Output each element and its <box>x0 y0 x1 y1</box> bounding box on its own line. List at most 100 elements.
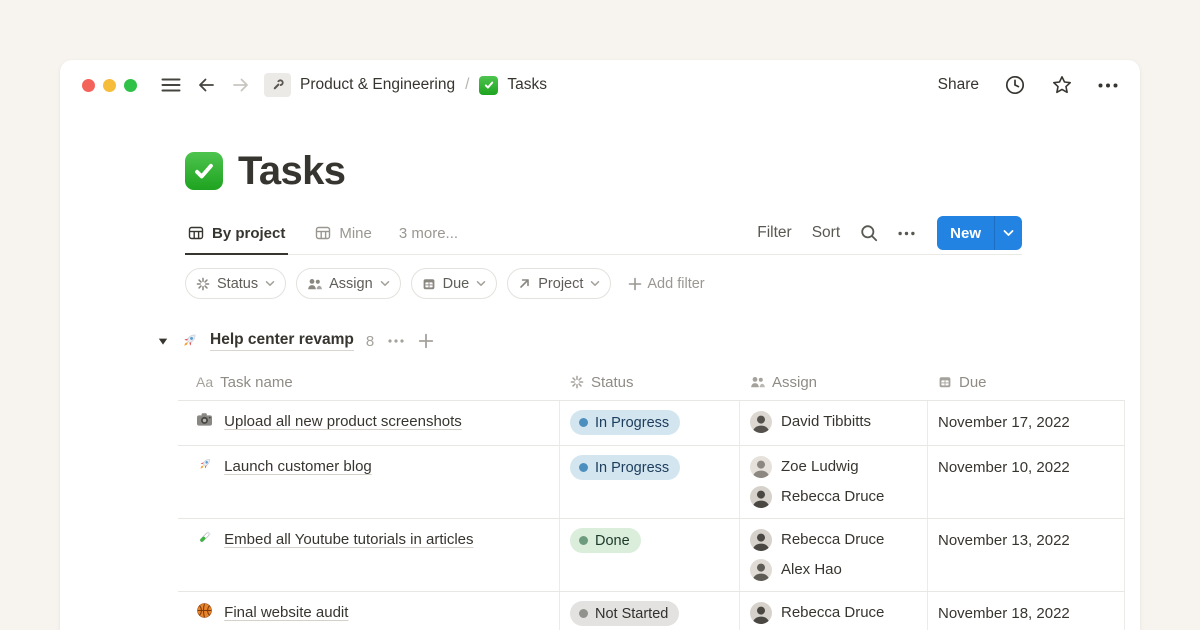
task-name-cell[interactable]: Final website audit <box>178 592 560 630</box>
test-tube-emoji-icon <box>196 529 213 546</box>
assignee: Rebecca Druce <box>750 529 919 551</box>
assignee: Zoe Ludwig <box>750 456 919 478</box>
column-header-task-name[interactable]: Aa Task name <box>178 374 560 391</box>
zoom-window-button[interactable] <box>124 79 137 92</box>
assignee-name: Rebecca Druce <box>781 602 884 624</box>
window-titlebar: Product & Engineering / Tasks Share <box>60 60 1140 110</box>
page-title: Tasks <box>238 149 345 194</box>
task-title[interactable]: Embed all Youtube tutorials in articles <box>224 531 473 548</box>
camera-emoji-icon <box>196 411 213 428</box>
breadcrumb-page[interactable]: Tasks <box>507 76 547 94</box>
filter-chip-label: Project <box>538 276 583 292</box>
table-icon <box>188 225 204 241</box>
filter-chip-label: Due <box>443 276 470 292</box>
assign-cell[interactable]: Zoe Ludwig Rebecca Druce <box>740 446 928 518</box>
page-title-check-emoji[interactable] <box>185 152 223 190</box>
more-icon[interactable] <box>388 339 404 343</box>
text-type-icon: Aa <box>196 374 213 390</box>
status-burst-icon <box>570 375 584 389</box>
star-icon[interactable] <box>1051 74 1073 96</box>
avatar <box>750 411 772 433</box>
plus-icon <box>628 277 642 291</box>
task-title[interactable]: Upload all new product screenshots <box>224 413 462 430</box>
status-cell[interactable]: In Progress <box>560 401 740 445</box>
task-name-cell[interactable]: Launch customer blog <box>178 446 560 518</box>
group-name[interactable]: Help center revamp <box>210 331 354 351</box>
sort-button[interactable]: Sort <box>812 224 840 242</box>
filter-chip-project[interactable]: Project <box>507 268 611 299</box>
tab-mine[interactable]: Mine <box>312 217 375 254</box>
close-window-button[interactable] <box>82 79 95 92</box>
triangle-down-icon[interactable] <box>158 337 168 346</box>
more-icon[interactable] <box>1098 83 1118 88</box>
table-row: Embed all Youtube tutorials in articles … <box>178 519 1125 592</box>
status-cell[interactable]: Done <box>560 519 740 591</box>
view-tabs-bar: By project Mine 3 more... Filter Sort <box>185 216 1022 255</box>
assignee-name: Alex Hao <box>781 559 842 581</box>
hamburger-icon[interactable] <box>161 77 181 93</box>
breadcrumb-workspace[interactable]: Product & Engineering <box>300 76 455 94</box>
due-date: November 17, 2022 <box>938 414 1070 431</box>
clock-icon[interactable] <box>1004 74 1026 96</box>
basketball-emoji-icon <box>196 602 213 619</box>
assignee: Rebecca Druce <box>750 602 919 624</box>
people-icon <box>750 375 765 389</box>
status-cell[interactable]: In Progress <box>560 446 740 518</box>
search-icon[interactable] <box>860 224 878 242</box>
filter-button[interactable]: Filter <box>757 224 791 242</box>
plus-icon[interactable] <box>418 333 434 349</box>
chevron-down-icon <box>590 280 600 287</box>
due-date-continued: → November 20, 2022 <box>938 626 1116 630</box>
task-table: Aa Task name Status Assign <box>178 364 1125 630</box>
wrench-icon[interactable] <box>264 73 291 97</box>
status-burst-icon <box>196 277 210 291</box>
task-name-cell[interactable]: Upload all new product screenshots <box>178 401 560 445</box>
table-header-row: Aa Task name Status Assign <box>178 364 1125 401</box>
column-header-assign[interactable]: Assign <box>740 374 928 391</box>
tab-by-project[interactable]: By project <box>185 217 288 254</box>
status-badge: Done <box>570 528 641 553</box>
due-cell[interactable]: November 18, 2022 → November 20, 2022 <box>928 592 1125 630</box>
status-badge: In Progress <box>570 410 680 435</box>
new-dropdown-button[interactable] <box>994 216 1022 250</box>
due-cell[interactable]: November 10, 2022 <box>928 446 1125 518</box>
avatar <box>750 529 772 551</box>
arrow-left-icon[interactable] <box>196 75 216 95</box>
calendar-icon <box>938 375 952 389</box>
column-header-due[interactable]: Due <box>928 374 1125 391</box>
table-row: Final website audit Not Started Rebecca … <box>178 592 1125 630</box>
add-filter-button[interactable]: Add filter <box>628 276 704 292</box>
chevron-down-icon <box>265 280 275 287</box>
due-cell[interactable]: November 17, 2022 <box>928 401 1125 445</box>
screenshot-stage: Product & Engineering / Tasks Share <box>0 0 1200 630</box>
table-icon <box>315 225 331 241</box>
due-date: November 18, 2022 <box>938 602 1116 626</box>
task-title[interactable]: Launch customer blog <box>224 458 372 475</box>
page-header: Tasks <box>185 148 1140 194</box>
tab-label: By project <box>212 225 285 242</box>
filter-chip-due[interactable]: Due <box>411 268 498 299</box>
status-cell[interactable]: Not Started <box>560 592 740 630</box>
breadcrumb: Product & Engineering / Tasks <box>264 73 547 97</box>
assign-cell[interactable]: Rebecca Druce <box>740 592 928 630</box>
share-button[interactable]: Share <box>938 76 979 94</box>
arrow-right-icon[interactable] <box>231 75 251 95</box>
filter-chip-status[interactable]: Status <box>185 268 286 299</box>
avatar <box>750 602 772 624</box>
task-title[interactable]: Final website audit <box>224 604 348 621</box>
filter-chip-assign[interactable]: Assign <box>296 268 401 299</box>
more-icon[interactable] <box>898 231 915 236</box>
more-views-button[interactable]: 3 more... <box>399 225 458 246</box>
assign-cell[interactable]: Rebecca Druce Alex Hao <box>740 519 928 591</box>
traffic-lights <box>82 79 137 92</box>
status-dot <box>579 609 588 618</box>
column-header-status[interactable]: Status <box>560 374 740 391</box>
avatar <box>750 486 772 508</box>
new-button[interactable]: New <box>937 216 994 250</box>
status-badge: In Progress <box>570 455 680 480</box>
minimize-window-button[interactable] <box>103 79 116 92</box>
due-cell[interactable]: November 13, 2022 <box>928 519 1125 591</box>
task-name-cell[interactable]: Embed all Youtube tutorials in articles <box>178 519 560 591</box>
assign-cell[interactable]: David Tibbitts <box>740 401 928 445</box>
notion-window: Product & Engineering / Tasks Share <box>60 60 1140 630</box>
